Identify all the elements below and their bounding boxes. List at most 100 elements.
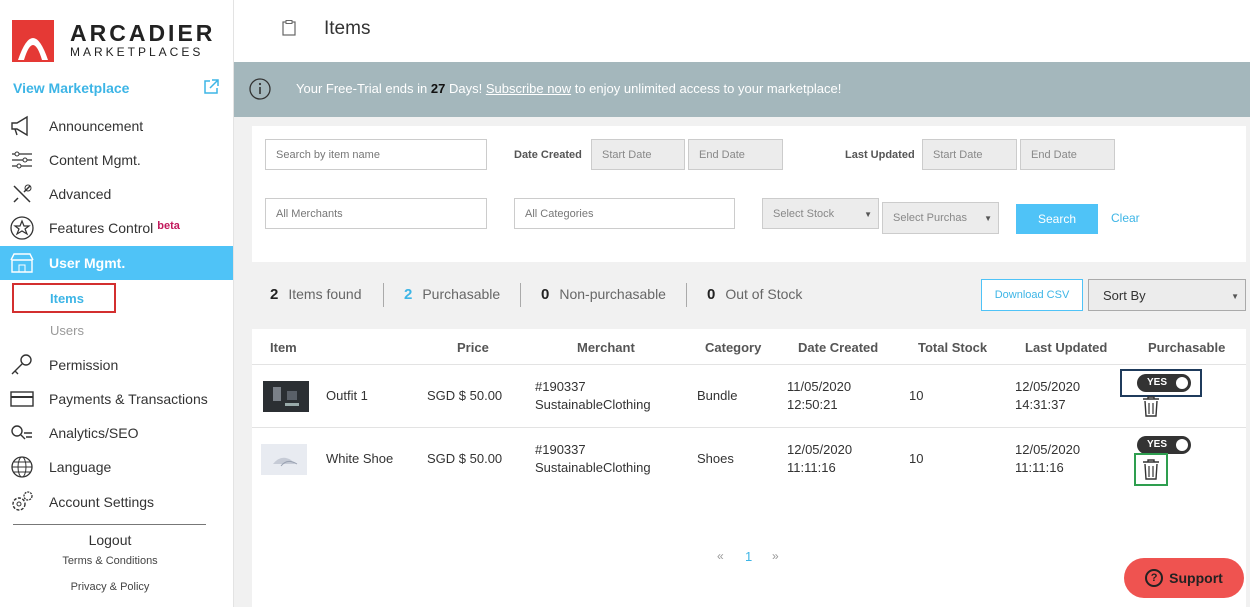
toggle-label: YES [1147, 377, 1168, 388]
items-found-stat: 2 Items found [270, 286, 362, 303]
info-icon [249, 78, 271, 100]
col-header-total-stock[interactable]: Total Stock [918, 340, 987, 355]
sidebar-item-analytics[interactable]: Analytics/SEO [0, 416, 233, 450]
pagination-page[interactable]: 1 [745, 549, 752, 564]
trash-icon[interactable] [1141, 458, 1161, 480]
non-purchasable-stat[interactable]: 0 Non-purchasable [541, 286, 666, 303]
chevron-down-icon: ▼ [1231, 292, 1239, 301]
search-input[interactable]: Search by item name [265, 139, 487, 170]
sidebar-subitem-users[interactable]: Users [50, 323, 84, 338]
col-header-date-created[interactable]: Date Created [798, 340, 878, 355]
chevron-down-icon: ▼ [864, 210, 872, 219]
sidebar-item-advanced[interactable]: Advanced [0, 177, 233, 211]
logout-link[interactable]: Logout [0, 532, 220, 548]
col-header-category[interactable]: Category [705, 340, 761, 355]
sidebar-item-label: Permission [49, 357, 119, 373]
sliders-icon [9, 147, 35, 173]
external-link-icon[interactable] [202, 78, 220, 96]
sidebar-item-label: Payments & Transactions [49, 391, 208, 407]
category-select[interactable]: All Categories [514, 198, 735, 229]
item-name[interactable]: Outfit 1 [326, 387, 368, 405]
page-title: Items [324, 18, 371, 39]
item-merchant: #190337 SustainableClothing [535, 379, 651, 412]
item-total-stock: 10 [909, 451, 924, 466]
sidebar-item-account-settings[interactable]: Account Settings [0, 485, 233, 519]
purchasable-toggle[interactable]: YES [1137, 374, 1191, 392]
col-header-last-updated[interactable]: Last Updated [1025, 340, 1107, 355]
sidebar-item-user-mgmt[interactable]: User Mgmt. [0, 246, 233, 280]
col-header-merchant[interactable]: Merchant [577, 340, 635, 355]
toggle-knob [1176, 439, 1188, 451]
sidebar-item-payments[interactable]: Payments & Transactions [0, 382, 233, 416]
sidebar-item-content-mgmt[interactable]: Content Mgmt. [0, 143, 233, 177]
sidebar-item-label: Announcement [49, 118, 144, 134]
purchasable-toggle[interactable]: YES [1137, 436, 1191, 454]
download-csv-button[interactable]: Download CSV [981, 279, 1083, 311]
stat-divider [383, 283, 384, 307]
terms-link[interactable]: Terms & Conditions [0, 555, 220, 567]
item-date-created: 11/05/2020 12:50:21 [787, 379, 852, 412]
clear-button[interactable]: Clear [1111, 211, 1140, 225]
sidebar-item-permission[interactable]: Permission [0, 348, 233, 382]
sidebar-subitem-items[interactable]: Items [12, 283, 116, 313]
privacy-link[interactable]: Privacy & Policy [0, 581, 220, 593]
sidebar-item-announcement[interactable]: Announcement [0, 109, 233, 143]
support-button[interactable]: ? Support [1124, 558, 1244, 598]
merchant-select[interactable]: All Merchants [265, 198, 487, 229]
row-divider [252, 427, 1246, 428]
item-price: SGD $ 50.00 [427, 451, 503, 466]
sort-by-select[interactable]: Sort By ▼ [1088, 279, 1246, 311]
chevron-down-icon: ▼ [984, 214, 992, 223]
item-thumbnail[interactable] [263, 381, 309, 412]
search-graph-icon [9, 420, 35, 446]
created-end-date[interactable]: End Date [688, 139, 783, 170]
item-thumbnail[interactable] [261, 444, 307, 475]
megaphone-icon [9, 113, 35, 139]
col-header-item[interactable]: Item [270, 340, 297, 355]
item-total-stock: 10 [909, 388, 924, 403]
sidebar-item-label: Account Settings [49, 494, 155, 510]
sidebar-item-language[interactable]: Language [0, 450, 233, 484]
sidebar-item-features-control[interactable]: Features Control beta [0, 211, 233, 245]
stock-select[interactable]: Select Stock ▼ [762, 198, 879, 229]
header-divider [252, 364, 1246, 365]
updated-end-date[interactable]: End Date [1020, 139, 1115, 170]
item-name[interactable]: White Shoe [326, 450, 393, 468]
gears-icon [9, 489, 35, 515]
sidebar-item-label: User Mgmt. [49, 255, 126, 271]
purchasable-select[interactable]: Select Purchas ▼ [882, 202, 999, 234]
out-of-stock-stat[interactable]: 0 Out of Stock [707, 286, 802, 303]
key-icon [9, 352, 35, 378]
sort-by-label: Sort By [1103, 287, 1146, 303]
purchasable-stat[interactable]: 2 Purchasable [404, 286, 500, 303]
col-header-price[interactable]: Price [457, 340, 489, 355]
help-icon: ? [1145, 569, 1164, 587]
toggle-label: YES [1147, 439, 1168, 450]
pagination-prev[interactable]: « [717, 549, 724, 563]
subscribe-link[interactable]: Subscribe now [486, 81, 571, 96]
col-header-purchasable[interactable]: Purchasable [1148, 340, 1225, 355]
trial-message: Your Free-Trial ends in 27 Days! Subscri… [296, 81, 842, 96]
last-updated-label: Last Updated [845, 149, 915, 161]
created-start-date[interactable]: Start Date [591, 139, 685, 170]
item-category: Bundle [697, 388, 738, 403]
search-button[interactable]: Search [1016, 204, 1098, 234]
star-icon [9, 215, 35, 241]
sidebar-item-label: Advanced [49, 186, 112, 202]
item-merchant: #190337 SustainableClothing [535, 442, 651, 475]
trial-banner: Your Free-Trial ends in 27 Days! Subscri… [234, 62, 1250, 117]
arcadier-logo-icon [12, 20, 54, 62]
updated-start-date[interactable]: Start Date [922, 139, 1017, 170]
arcadier-logo[interactable]: ARCADIER MARKETPLACES [12, 16, 212, 62]
purchasable-select-label: Select Purchas [893, 212, 967, 224]
trial-days: 27 [430, 81, 446, 96]
sidebar: ARCADIER MARKETPLACES View Marketplace A… [0, 0, 234, 607]
store-icon [9, 250, 35, 276]
pagination-next[interactable]: » [772, 549, 779, 563]
view-marketplace-link[interactable]: View Marketplace [13, 80, 129, 96]
trash-icon[interactable] [1141, 395, 1161, 417]
header: Items [234, 0, 1250, 62]
support-label: Support [1169, 570, 1223, 586]
sidebar-subitem-label: Items [50, 291, 84, 306]
globe-icon [9, 454, 35, 480]
